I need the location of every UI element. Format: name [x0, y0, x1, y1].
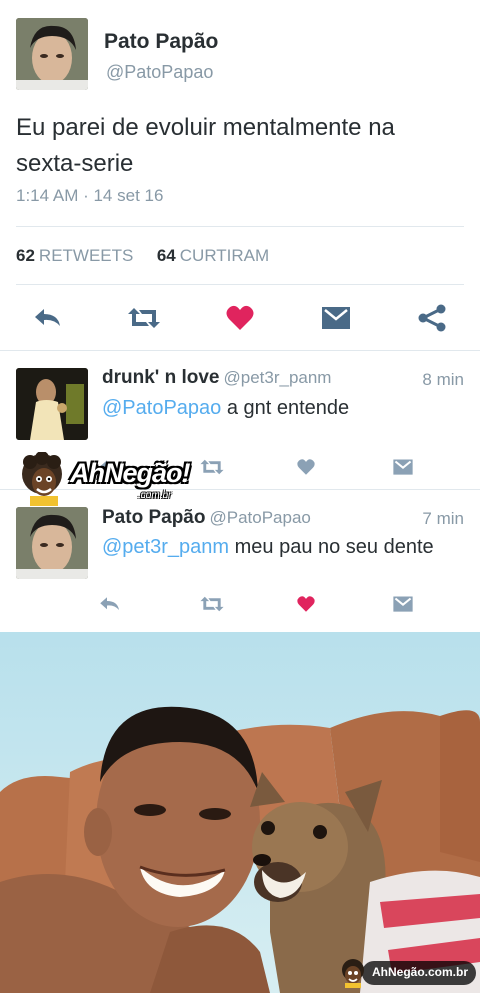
- share-icon[interactable]: [412, 298, 452, 338]
- reply-author-name: Pato Papão: [102, 507, 206, 528]
- reply-icon[interactable]: [90, 584, 130, 624]
- mascot-icon: [342, 959, 364, 988]
- retweets-stat[interactable]: 62 RETWEETS: [16, 246, 133, 265]
- tweet-timestamp[interactable]: 1:14 AM · 14 set 16: [16, 186, 163, 206]
- likes-stat[interactable]: 64 CURTIRAM: [157, 246, 269, 265]
- reply-action-bar: 2: [0, 584, 480, 707]
- likes-count: 64: [156, 246, 176, 265]
- reply-author[interactable]: Pato Papão @PatoPapao: [102, 507, 311, 529]
- divider: [16, 226, 464, 227]
- retweet-icon[interactable]: [192, 447, 232, 487]
- mention-link[interactable]: @pet3r_panm: [102, 536, 229, 558]
- retweets-label: RETWEETS: [38, 246, 134, 265]
- reply-author-handle: @pet3r_panm: [223, 368, 332, 387]
- selfie-photo: [0, 632, 480, 993]
- heart-icon[interactable]: [220, 298, 260, 338]
- main-tweet: Pato Papão @PatoPapao Eu parei de evolui…: [0, 0, 480, 350]
- retweets-count: 62: [16, 246, 35, 265]
- watermark-brand: AhNegão!: [70, 458, 190, 488]
- heart-icon[interactable]: [286, 584, 326, 624]
- reply-author[interactable]: drunk' n love @pet3r_panm: [102, 367, 331, 389]
- reply-body: meu pau no seu dente: [229, 536, 434, 558]
- author-name[interactable]: Pato Papão: [104, 30, 218, 54]
- reply-icon[interactable]: [28, 298, 68, 338]
- photo-credit: AhNegão.com.br: [372, 965, 469, 979]
- main-avatar[interactable]: [16, 18, 88, 90]
- reply-time[interactable]: 8 min: [422, 370, 464, 390]
- photo-watermark: AhNegão.com.br: [338, 958, 480, 988]
- divider: [16, 284, 464, 285]
- reply-time[interactable]: 7 min: [422, 509, 464, 529]
- reply-tweet: Pato Papão @PatoPapao 7 min @pet3r_panm m…: [0, 490, 480, 707]
- main-action-bar: [0, 298, 480, 338]
- reply-author-name: drunk' n love: [102, 367, 220, 388]
- reply-avatar[interactable]: [16, 368, 88, 440]
- reply-body: a gnt entende: [221, 397, 350, 419]
- tweet-stats: 62 RETWEETS 64 CURTIRAM: [16, 246, 269, 266]
- retweet-icon[interactable]: [192, 584, 232, 624]
- tweet-text: Eu parei de evoluir mentalmente na sexta…: [16, 114, 395, 177]
- reply-author-handle: @PatoPapao: [209, 508, 311, 527]
- heart-icon[interactable]: [286, 447, 326, 487]
- dm-icon[interactable]: [383, 584, 423, 624]
- reply-avatar[interactable]: [16, 507, 88, 579]
- reply-text: @pet3r_panm meu pau no seu dente: [102, 536, 434, 559]
- author-handle[interactable]: @PatoPapao: [106, 62, 213, 83]
- reply-text: @PatoPapao a gnt entende: [102, 397, 349, 420]
- likes-label: CURTIRAM: [179, 246, 270, 265]
- mention-link[interactable]: @PatoPapao: [102, 397, 221, 419]
- dm-icon[interactable]: [383, 447, 423, 487]
- retweet-icon[interactable]: [124, 298, 164, 338]
- dm-icon[interactable]: [316, 298, 356, 338]
